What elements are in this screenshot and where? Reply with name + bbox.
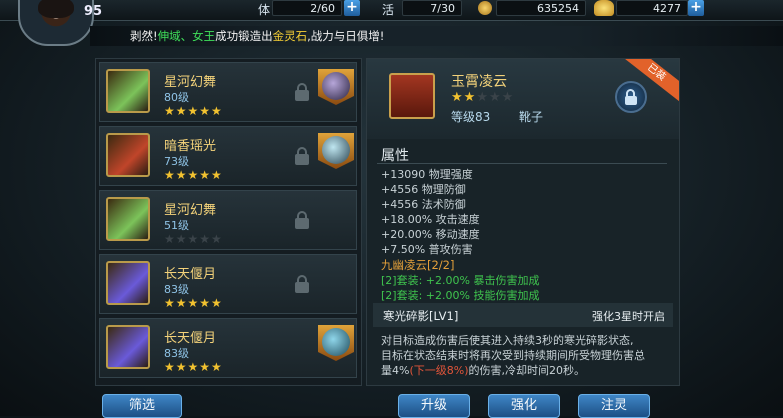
- item-name: 暗香瑶光: [164, 139, 217, 154]
- boot-icon: [106, 261, 150, 305]
- notice-mid: 成功锻造出: [215, 29, 273, 43]
- skill-header: 寒光碎影[LV1] 强化3星时开启: [373, 303, 673, 327]
- gem-slot-icon: [318, 325, 354, 361]
- lock-icon: [295, 83, 309, 101]
- boot-icon: [106, 69, 150, 113]
- attribute-line: +20.00% 移动速度: [381, 228, 480, 241]
- lock-icon: [295, 275, 309, 293]
- skill-name: 寒光碎影[LV1]: [383, 309, 459, 323]
- boot-icon: [106, 133, 150, 177]
- coin-icon: [478, 1, 492, 15]
- item-stars: ★★★★★: [164, 104, 223, 118]
- divider: [377, 163, 667, 164]
- gem-slot-icon: [318, 69, 354, 105]
- ingots-stat: 4277 +: [594, 0, 704, 16]
- add-ingots-button[interactable]: +: [688, 0, 704, 16]
- skill-desc-line: 对目标造成伤害后使其进入持续3秒的寒光碎影状态,: [381, 334, 634, 347]
- notice-item: 金灵石: [272, 29, 308, 43]
- list-item[interactable]: 长天偃月 83级 ★★★★★: [99, 318, 357, 378]
- detail-stars: ★★★★★: [451, 90, 515, 105]
- attribute-line: +18.00% 攻击速度: [381, 213, 480, 226]
- attribute-line: +4556 法术防御: [381, 198, 466, 211]
- skill-desc-part: 量4%: [381, 364, 410, 377]
- set-bonus: [2]套装: +2.00% 暴击伤害加成: [381, 274, 540, 287]
- detail-header: 玉霄凌云 ★★★★★ 等级83 靴子 已装: [367, 59, 679, 139]
- stamina-stat: 体 2/60 +: [250, 0, 360, 17]
- item-level: 73级: [164, 155, 189, 168]
- vigor-value: 7/30: [402, 0, 462, 16]
- item-name: 长天偃月: [164, 331, 217, 346]
- list-item[interactable]: 星河幻舞 51级 ★★★★★: [99, 190, 357, 250]
- item-level: 80级: [164, 91, 189, 104]
- broadcast-notice: 剥然!伸域、女王成功锻造出金灵石,战力与日俱增!: [90, 26, 783, 46]
- detail-type: 靴子: [519, 110, 544, 124]
- notice-sep: 、: [180, 29, 193, 43]
- stamina-label: 体: [258, 3, 271, 17]
- item-stars: ★★★★★: [164, 296, 223, 310]
- item-stars: ★★★★★: [164, 360, 223, 374]
- equipment-list[interactable]: 星河幻舞 80级 ★★★★★ 暗香瑶光 73级 ★★★★★ 星河幻舞 51级 ★…: [95, 58, 362, 386]
- equipment-detail-panel: 玉霄凌云 ★★★★★ 等级83 靴子 已装 属性 +13090 物理强度 +45…: [366, 58, 680, 386]
- item-level: 83级: [164, 347, 189, 360]
- skill-next-level: (下一级8%): [409, 364, 469, 377]
- skill-desc-line: 量4%(下一级8%)的伤害,冷却时间20秒。: [381, 363, 669, 378]
- item-level: 51级: [164, 219, 189, 232]
- gem-slot-icon: [318, 133, 354, 169]
- skill-description: 对目标造成伤害后使其进入持续3秒的寒光碎影状态, 目标在状态结束时将再次受到持续…: [381, 333, 669, 378]
- boot-icon: [389, 73, 435, 119]
- attribute-line: +7.50% 普攻伤害: [381, 243, 473, 256]
- notice-name2: 女王: [192, 29, 216, 43]
- skill-requirement: 强化3星时开启: [592, 310, 665, 323]
- lock-icon: [295, 211, 309, 229]
- infuse-button[interactable]: 注灵: [578, 394, 650, 418]
- item-stars: ★★★★★: [164, 168, 223, 182]
- item-level: 83级: [164, 283, 189, 296]
- list-item[interactable]: 星河幻舞 80级 ★★★★★: [99, 62, 357, 122]
- item-name: 星河幻舞: [164, 203, 217, 218]
- coins-value: 635254: [496, 0, 586, 16]
- notice-suffix: ,战力与日俱增!: [307, 29, 385, 43]
- lock-icon: [295, 147, 309, 165]
- detail-name: 玉霄凌云: [451, 74, 507, 90]
- ingots-value: 4277: [616, 0, 688, 16]
- item-name: 星河幻舞: [164, 75, 217, 90]
- vigor-stat: 活 7/30: [372, 0, 472, 17]
- player-level: 95: [84, 4, 103, 19]
- item-stars: ★★★★★: [164, 232, 223, 246]
- attributes-title: 属性: [381, 148, 409, 164]
- stamina-value: 2/60: [272, 0, 342, 16]
- upgrade-button[interactable]: 升级: [398, 394, 470, 418]
- coins-stat: 635254: [478, 0, 588, 16]
- boot-icon: [106, 197, 150, 241]
- ingot-icon: [594, 0, 614, 16]
- boot-icon: [106, 325, 150, 369]
- top-bar: 95 体 2/60 + 活 7/30 635254 4277 +: [0, 0, 783, 46]
- unlock-button[interactable]: [615, 81, 647, 113]
- enhance-button[interactable]: 强化: [488, 394, 560, 418]
- attribute-line: +13090 物理强度: [381, 168, 473, 181]
- item-name: 长天偃月: [164, 267, 217, 282]
- attribute-line: +4556 物理防御: [381, 183, 466, 196]
- notice-name1: 伸域: [157, 29, 181, 43]
- add-stamina-button[interactable]: +: [344, 0, 360, 16]
- player-avatar[interactable]: [18, 0, 94, 46]
- notice-prefix: 剥然!: [130, 29, 158, 43]
- filter-button[interactable]: 筛选: [102, 394, 182, 418]
- detail-level: 等级83: [451, 110, 491, 124]
- set-bonus: [2]套装: +2.00% 技能伤害加成: [381, 289, 540, 302]
- skill-desc-part: 的伤害,冷却时间20秒。: [468, 364, 586, 377]
- list-item[interactable]: 长天偃月 83级 ★★★★★: [99, 254, 357, 314]
- list-item[interactable]: 暗香瑶光 73级 ★★★★★: [99, 126, 357, 186]
- skill-desc-line: 目标在状态结束时将再次受到持续期间所受物理伤害总: [381, 349, 645, 362]
- vigor-label: 活: [382, 3, 395, 17]
- set-title: 九幽凌云[2/2]: [381, 258, 455, 272]
